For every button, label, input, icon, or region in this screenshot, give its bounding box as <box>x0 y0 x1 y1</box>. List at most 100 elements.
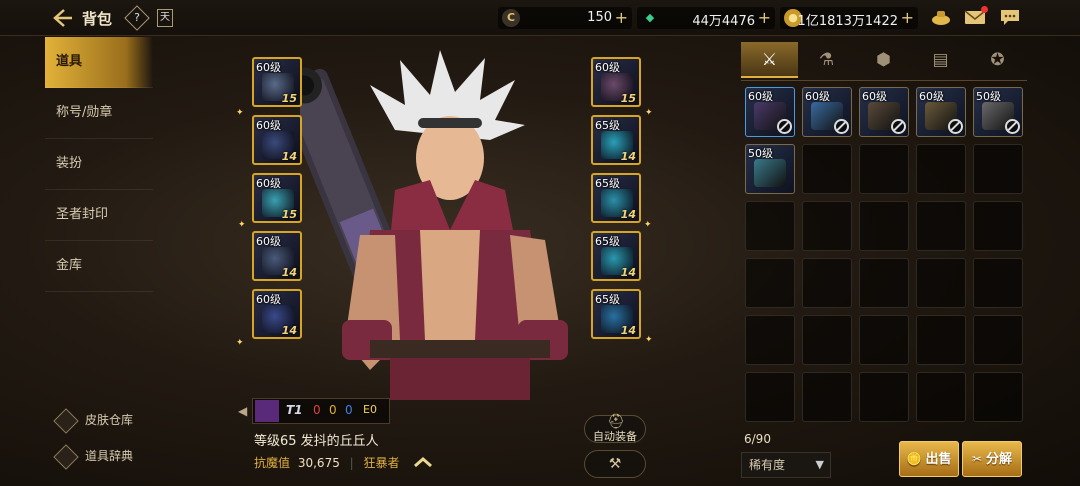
empty-slot[interactable] <box>745 258 795 308</box>
empty-slot[interactable] <box>859 372 909 422</box>
equip-slot-right-1[interactable]: 60级 15 <box>591 57 641 107</box>
empty-slot[interactable] <box>916 315 966 365</box>
chevron-down-icon: ▼ <box>815 458 824 471</box>
sidebar-item-titles-medals[interactable]: 称号/勋章 <box>45 88 153 139</box>
emblem-extra: E0 <box>363 403 377 416</box>
coin-add-button[interactable]: + <box>615 8 628 27</box>
empty-slot[interactable] <box>802 258 852 308</box>
card-icon: ▤ <box>932 50 949 70</box>
sparkle-icon: ✦ <box>644 220 652 230</box>
item-dictionary-button[interactable]: 道具辞典 <box>53 443 133 470</box>
tab-materials[interactable]: ⬢ <box>855 42 912 78</box>
empty-slot[interactable] <box>745 372 795 422</box>
empty-slot[interactable] <box>973 372 1023 422</box>
inventory-item[interactable]: 50级 <box>745 144 795 194</box>
tab-emblems[interactable]: ✪ <box>969 42 1026 78</box>
equip-enhance: 14 <box>281 324 297 337</box>
coin-value: 150 <box>587 10 612 25</box>
empty-slot[interactable] <box>859 144 909 194</box>
empty-slot[interactable] <box>859 201 909 251</box>
equip-level: 60级 <box>256 293 281 306</box>
inventory-item[interactable]: 50级 <box>973 87 1023 137</box>
gold-add-button[interactable]: + <box>901 8 914 27</box>
sidebar-item-items[interactable]: 道具 <box>45 37 153 88</box>
equip-slot-left-3[interactable]: 60级 15 <box>252 173 302 223</box>
item-level: 60级 <box>919 90 944 103</box>
bag-icon[interactable] <box>930 8 952 28</box>
inventory-item[interactable]: 60级 <box>802 87 852 137</box>
empty-slot[interactable] <box>802 372 852 422</box>
item-art <box>754 159 786 187</box>
inventory-item[interactable]: 60级 <box>745 87 795 137</box>
empty-slot[interactable] <box>859 258 909 308</box>
skin-storage-button[interactable]: 皮肤仓库 <box>53 407 134 434</box>
auto-equip-button[interactable]: ⛑ 自动装备 <box>584 414 646 443</box>
equip-level: 60级 <box>256 177 281 190</box>
sidebar-item-vault[interactable]: 金库 <box>45 241 153 292</box>
equip-slot-left-2[interactable]: 60级 14 <box>252 115 302 165</box>
dismantle-button[interactable]: ✂ 分解 <box>962 441 1022 477</box>
equip-slot-left-5[interactable]: 60级 14 <box>252 289 302 339</box>
anvil-icon: ⚒ <box>608 456 622 472</box>
empty-slot[interactable] <box>973 144 1023 194</box>
task-icon[interactable]: 天 <box>157 9 173 27</box>
sell-button[interactable]: 🪙 出售 <box>899 441 959 477</box>
empty-slot[interactable] <box>916 258 966 308</box>
skin-storage-label: 皮肤仓库 <box>85 413 134 427</box>
equip-slot-right-2[interactable]: 65级 14 <box>591 115 641 165</box>
inventory-item[interactable]: 60级 <box>916 87 966 137</box>
empty-slot[interactable] <box>745 315 795 365</box>
prev-character-arrow-icon[interactable]: ◀ <box>238 404 247 418</box>
back-arrow-icon[interactable] <box>52 8 74 28</box>
help-icon[interactable]: ? <box>124 5 150 31</box>
mail-icon[interactable] <box>964 6 988 28</box>
armor-icon: ⚔ <box>761 50 778 70</box>
tab-equipment[interactable]: ⚔ <box>741 42 798 78</box>
tab-consumables[interactable]: ⚗ <box>798 42 855 78</box>
tab-divider <box>741 80 1027 81</box>
gem-add-button[interactable]: + <box>758 8 771 27</box>
empty-slot[interactable] <box>745 201 795 251</box>
tab-cards[interactable]: ▤ <box>912 42 969 78</box>
emblem-avatar-icon <box>255 400 279 422</box>
auto-equip-label: 自动装备 <box>593 430 637 443</box>
coins-icon: 🪙 <box>906 452 922 466</box>
empty-slot[interactable] <box>916 201 966 251</box>
equip-enhance: 14 <box>620 324 636 337</box>
mail-notification-dot <box>981 6 988 13</box>
class-name: 狂暴者 <box>363 456 400 470</box>
class-up-icon[interactable] <box>413 456 433 471</box>
equip-slot-left-1[interactable]: 60级 15 <box>252 57 302 107</box>
empty-slot[interactable] <box>973 258 1023 308</box>
equip-slot-left-4[interactable]: 60级 14 <box>252 231 302 281</box>
anvil-button[interactable]: ⚒ <box>584 450 646 478</box>
equip-slot-right-3[interactable]: 65级 14 <box>591 173 641 223</box>
empty-slot[interactable] <box>802 144 852 194</box>
gold-value: 1亿1813万1422 <box>797 14 898 29</box>
item-dictionary-icon <box>53 443 79 470</box>
equip-enhance: 14 <box>620 266 636 279</box>
sparkle-icon: ✦ <box>236 338 244 348</box>
stat-value: 30,675 <box>297 456 340 470</box>
empty-slot[interactable] <box>973 201 1023 251</box>
chat-icon[interactable] <box>999 8 1021 28</box>
empty-slot[interactable] <box>802 315 852 365</box>
empty-slot[interactable] <box>916 144 966 194</box>
equip-enhance: 15 <box>281 92 297 105</box>
inventory-item[interactable]: 60级 <box>859 87 909 137</box>
item-level: 50级 <box>748 147 773 160</box>
emblem-count-yellow: 0 <box>329 403 337 417</box>
emblem-panel[interactable]: T1 0 0 0 E0 <box>252 398 390 424</box>
sidebar-item-avatar[interactable]: 装扮 <box>45 139 153 190</box>
inventory-count: 6/90 <box>744 432 771 446</box>
empty-slot[interactable] <box>973 315 1023 365</box>
sort-dropdown[interactable]: 稀有度 ▼ <box>741 452 831 478</box>
equip-slot-right-4[interactable]: 65级 14 <box>591 231 641 281</box>
emblem-count-blue: 0 <box>345 403 353 417</box>
gold-currency: ● 1亿1813万1422 + <box>780 7 918 29</box>
empty-slot[interactable] <box>802 201 852 251</box>
empty-slot[interactable] <box>859 315 909 365</box>
sidebar-item-saint-seal[interactable]: 圣者封印 <box>45 190 153 241</box>
equip-slot-right-5[interactable]: 65级 14 <box>591 289 641 339</box>
empty-slot[interactable] <box>916 372 966 422</box>
